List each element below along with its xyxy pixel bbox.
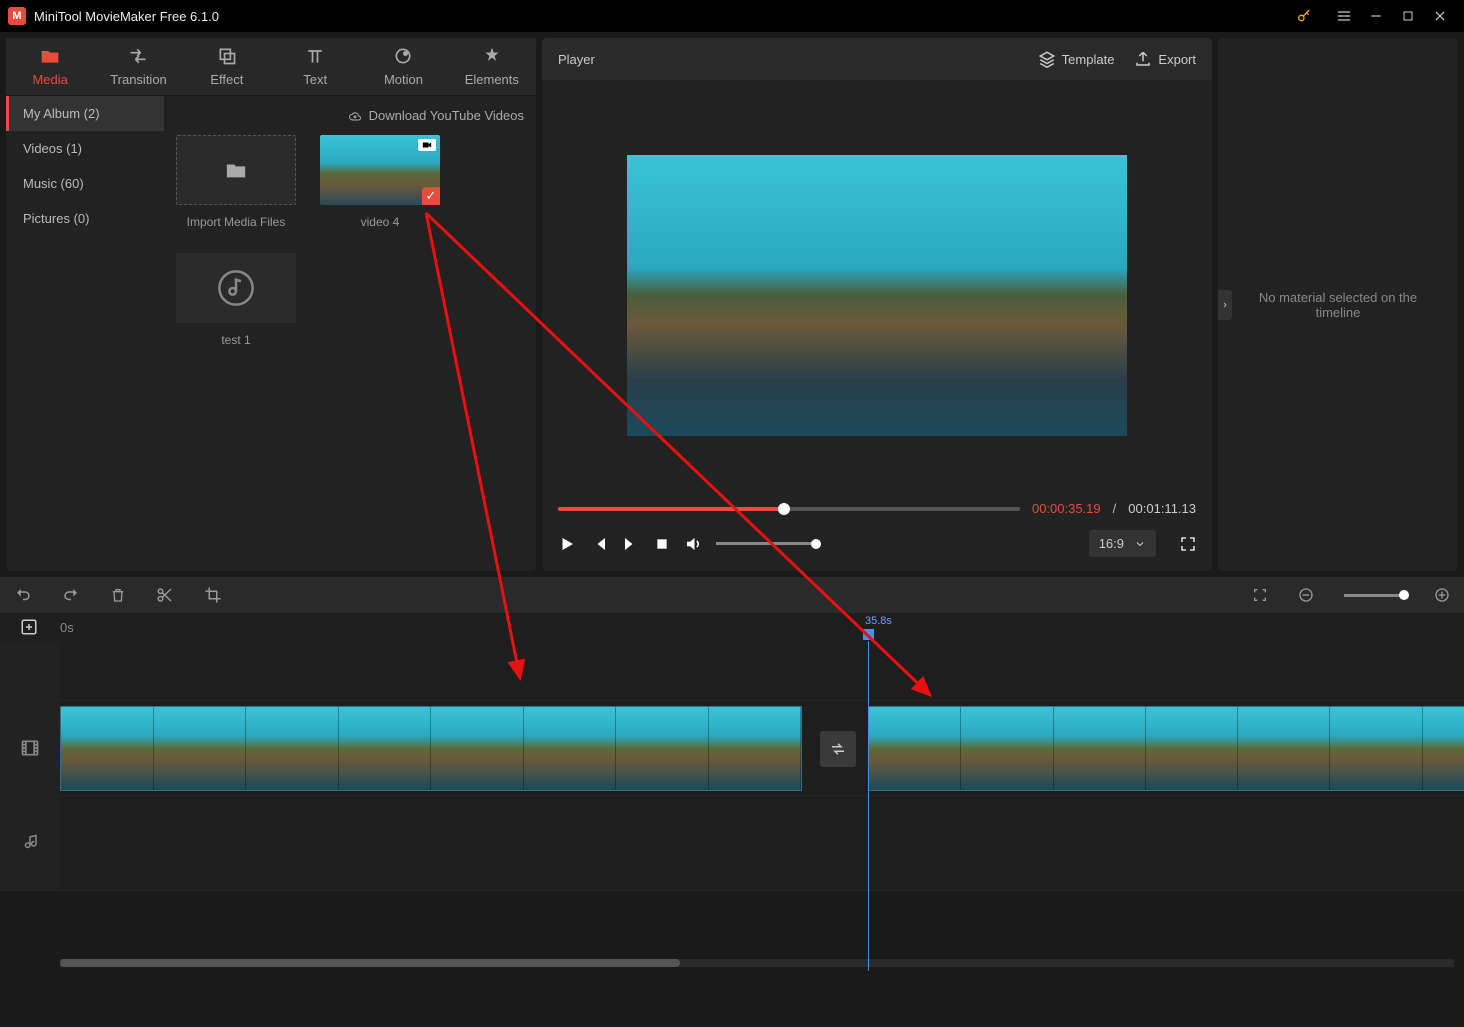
download-youtube-link[interactable]: Download YouTube Videos <box>176 108 524 135</box>
panel-collapse-handle[interactable] <box>1218 290 1232 320</box>
track-header-audio[interactable] <box>0 796 60 890</box>
inspector-panel: No material selected on the timeline <box>1218 38 1458 571</box>
media-card-audio[interactable]: test 1 <box>176 253 296 347</box>
prev-frame-button[interactable] <box>590 535 608 553</box>
current-time: 00:00:35.19 <box>1032 501 1101 516</box>
seek-slider[interactable] <box>558 507 1020 511</box>
close-button[interactable] <box>1424 0 1456 32</box>
tab-elements[interactable]: Elements <box>448 38 536 95</box>
play-button[interactable] <box>558 535 576 553</box>
export-button[interactable]: Export <box>1134 50 1196 68</box>
timeline-tracks <box>0 641 1464 971</box>
media-card-label: test 1 <box>176 333 296 347</box>
sidebar-item-pictures[interactable]: Pictures (0) <box>6 201 164 236</box>
playhead-line[interactable] <box>868 641 869 971</box>
tab-transition[interactable]: Transition <box>94 38 182 95</box>
fit-button[interactable] <box>1252 587 1268 603</box>
tab-label: Media <box>32 72 67 87</box>
license-key-icon[interactable] <box>1288 0 1320 32</box>
player-panel: Player Template Export 00:00:35.19 / <box>542 38 1212 571</box>
playhead-time: 35.8s <box>865 615 892 627</box>
tab-motion[interactable]: Motion <box>359 38 447 95</box>
add-track-button[interactable] <box>20 618 38 636</box>
media-sidebar: My Album (2) Videos (1) Music (60) Pictu… <box>6 96 164 571</box>
sidebar-item-album[interactable]: My Album (2) <box>6 96 164 131</box>
audio-track[interactable] <box>60 796 1464 890</box>
preview-area <box>542 80 1212 491</box>
template-button[interactable]: Template <box>1038 50 1115 68</box>
next-frame-button[interactable] <box>622 535 640 553</box>
tab-text[interactable]: Text <box>271 38 359 95</box>
title-bar: M MiniTool MovieMaker Free 6.1.0 <box>0 0 1464 32</box>
inspector-empty-text: No material selected on the timeline <box>1218 290 1458 320</box>
transition-slot[interactable] <box>820 731 856 767</box>
chevron-down-icon <box>1134 538 1146 550</box>
tab-label: Effect <box>210 72 243 87</box>
tab-label: Transition <box>110 72 167 87</box>
sidebar-item-music[interactable]: Music (60) <box>6 166 164 201</box>
video-badge-icon <box>418 139 436 151</box>
app-logo: M <box>8 7 26 25</box>
player-title: Player <box>558 52 1018 67</box>
folder-icon <box>223 159 249 181</box>
timeline-panel: 0s 35.8s <box>0 577 1464 1027</box>
tab-label: Motion <box>384 72 423 87</box>
video-clip[interactable] <box>60 706 802 791</box>
tab-effect[interactable]: Effect <box>183 38 271 95</box>
swap-icon <box>829 740 847 758</box>
tab-label: Text <box>303 72 327 87</box>
crop-button[interactable] <box>204 586 222 604</box>
zoom-slider[interactable] <box>1344 594 1404 597</box>
undo-button[interactable] <box>14 586 32 604</box>
music-note-icon <box>216 268 256 308</box>
volume-button[interactable] <box>684 535 702 553</box>
minimize-button[interactable] <box>1360 0 1392 32</box>
delete-button[interactable] <box>110 586 126 604</box>
stop-button[interactable] <box>654 536 670 552</box>
menu-icon[interactable] <box>1328 0 1360 32</box>
cloud-download-icon <box>347 110 363 122</box>
total-duration: 00:01:11.13 <box>1128 501 1196 516</box>
ruler-zero: 0s <box>60 620 74 635</box>
split-button[interactable] <box>156 586 174 604</box>
media-card-video[interactable]: ✓ video 4 <box>320 135 440 229</box>
timeline-ruler[interactable]: 0s 35.8s <box>0 613 1464 641</box>
fullscreen-button[interactable] <box>1180 536 1196 552</box>
timeline-toolbar <box>0 577 1464 613</box>
check-icon: ✓ <box>422 187 440 205</box>
media-card-label: video 4 <box>320 215 440 229</box>
zoom-in-button[interactable] <box>1434 587 1450 603</box>
upload-icon <box>1134 50 1152 68</box>
tab-label: Elements <box>465 72 519 87</box>
preview-video[interactable] <box>627 155 1127 436</box>
video-clip[interactable] <box>868 706 1464 791</box>
app-title: MiniTool MovieMaker Free 6.1.0 <box>34 9 1288 24</box>
media-panel: Media Transition Effect Text Motion <box>6 38 536 571</box>
import-media-card[interactable]: Import Media Files <box>176 135 296 229</box>
sidebar-item-videos[interactable]: Videos (1) <box>6 131 164 166</box>
film-icon <box>20 738 40 758</box>
tab-media[interactable]: Media <box>6 38 94 95</box>
volume-slider[interactable] <box>716 542 816 545</box>
maximize-button[interactable] <box>1392 0 1424 32</box>
playhead-marker[interactable] <box>863 629 874 640</box>
media-card-label: Import Media Files <box>176 215 296 229</box>
top-tabs: Media Transition Effect Text Motion <box>6 38 536 96</box>
overlay-track[interactable] <box>60 641 1464 700</box>
music-icon <box>21 834 39 852</box>
aspect-ratio-select[interactable]: 16:9 <box>1089 530 1156 557</box>
track-header-overlay[interactable] <box>0 641 60 700</box>
zoom-out-button[interactable] <box>1298 587 1314 603</box>
layers-icon <box>1038 50 1056 68</box>
redo-button[interactable] <box>62 586 80 604</box>
timeline-scrollbar[interactable] <box>60 959 1454 967</box>
video-track[interactable] <box>60 701 1464 795</box>
track-header-video[interactable] <box>0 701 60 795</box>
